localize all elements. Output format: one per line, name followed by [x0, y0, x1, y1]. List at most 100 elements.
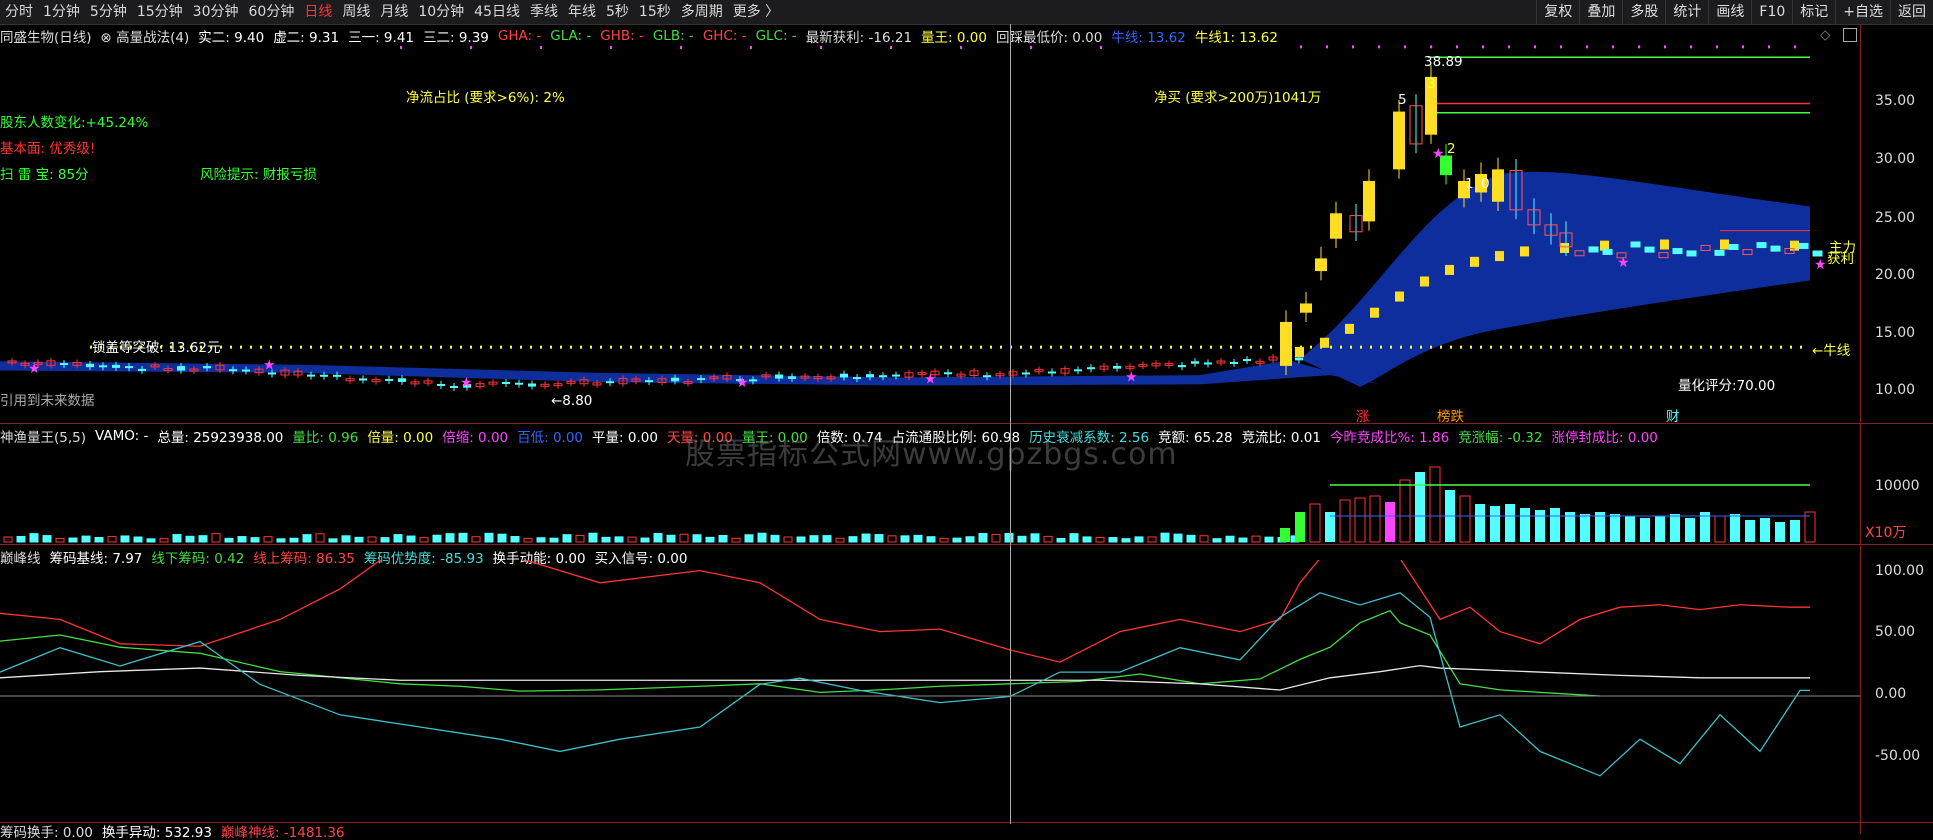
panel-divider[interactable] — [0, 423, 1933, 424]
tab-6[interactable]: 日线 — [299, 0, 337, 24]
volume-bar — [666, 534, 676, 543]
candle-down — [138, 368, 146, 371]
marker-dot — [1430, 45, 1432, 49]
volume-bar — [770, 534, 780, 543]
toolbar-button-5[interactable]: F10 — [1751, 0, 1792, 24]
volume-bar — [965, 536, 975, 543]
wave-0-label: 0 — [1481, 176, 1490, 192]
volume-bar — [1475, 504, 1485, 542]
volume-bar — [887, 535, 897, 543]
marker-dot — [1508, 45, 1510, 49]
tab-2[interactable]: 5分钟 — [85, 0, 132, 24]
volume-bar — [1415, 472, 1425, 542]
star-icon: ★ — [263, 358, 276, 374]
volume-bar — [484, 532, 494, 543]
volume-bar — [1535, 510, 1545, 542]
volume-bar — [211, 533, 221, 543]
volume-bar — [705, 536, 715, 543]
star-icon: ★ — [460, 375, 473, 391]
maximize-icon[interactable] — [1843, 28, 1857, 42]
volume-bar — [1108, 537, 1118, 543]
volume-bar — [1160, 532, 1170, 543]
candle-down — [697, 378, 705, 381]
trend-block — [1560, 242, 1569, 253]
candle-up — [1492, 169, 1504, 202]
price-axis-10: 10.00 — [1875, 382, 1916, 398]
volume-bar — [1459, 495, 1471, 543]
candle-down — [177, 366, 185, 371]
toolbar-button-6[interactable]: 标记 — [1792, 0, 1835, 24]
tab-3[interactable]: 15分钟 — [132, 0, 188, 24]
profit-label: 获利 — [1827, 251, 1854, 267]
volume-bar — [471, 536, 481, 543]
volume-bar — [679, 533, 689, 543]
indicator-value: 今昨竞成比%: 1.86 — [1329, 430, 1450, 445]
candle-small — [1798, 242, 1809, 249]
tab-0[interactable]: 分时 — [0, 0, 38, 24]
star-icon: ★ — [28, 361, 41, 377]
candle-down — [866, 374, 874, 378]
price-chart[interactable]: ★ ★ ★ ★ ★ ★ ★ ★ ★ — [0, 44, 1860, 414]
tab-8[interactable]: 月线 — [375, 0, 413, 24]
toolbar-button-7[interactable]: +自选 — [1835, 0, 1890, 24]
volume-bar — [198, 535, 208, 543]
toolbar-button-3[interactable]: 统计 — [1665, 0, 1708, 24]
quant-score-label: 量化评分:70.00 — [1678, 378, 1776, 394]
volume-bar — [822, 535, 832, 543]
volume-bar — [1173, 533, 1183, 543]
candle-down — [1230, 361, 1238, 364]
toolbar-button-4[interactable]: 画线 — [1708, 0, 1751, 24]
trend-block — [1520, 246, 1529, 257]
volume-bar — [1238, 537, 1248, 543]
tab-1[interactable]: 1分钟 — [38, 0, 85, 24]
chip-line-green — [0, 609, 1601, 697]
volume-bar — [1685, 518, 1695, 542]
candle-down — [385, 378, 393, 381]
tab-10[interactable]: 45日线 — [469, 0, 525, 24]
tab-7[interactable]: 周线 — [337, 0, 375, 24]
candle-small — [1686, 250, 1697, 257]
volume-bar — [315, 533, 325, 543]
trend-block — [1345, 323, 1354, 334]
volume-bar — [1030, 533, 1040, 543]
tab-13[interactable]: 5秒 — [601, 0, 634, 24]
tab-12[interactable]: 年线 — [563, 0, 601, 24]
volume-bar — [380, 537, 390, 543]
volume-bar — [328, 538, 338, 543]
tab-14[interactable]: 15秒 — [634, 0, 676, 24]
toolbar-button-0[interactable]: 复权 — [1536, 0, 1579, 24]
toolbar-button-8[interactable]: 返回 — [1890, 0, 1933, 24]
tab-15[interactable]: 多周期 — [676, 0, 728, 24]
tab-4[interactable]: 30分钟 — [188, 0, 244, 24]
tab-11[interactable]: 季线 — [525, 0, 563, 24]
price-axis-15: 15.00 — [1875, 325, 1916, 341]
volume-bar — [185, 535, 195, 543]
volume-bar — [718, 534, 728, 543]
tab-16[interactable]: 更多 〉 — [728, 0, 784, 24]
candle-down — [99, 365, 107, 368]
indicator-value: 总量: 25923938.00 — [157, 430, 284, 445]
tab-5[interactable]: 60分钟 — [244, 0, 300, 24]
candle-down — [1243, 359, 1251, 362]
wave-5-label: 5 — [1398, 92, 1407, 108]
marker-dot — [610, 46, 612, 49]
price-axis-30: 30.00 — [1875, 151, 1916, 167]
marker-dot — [1300, 45, 1302, 49]
indicator-value: 神渔量王(5,5) — [0, 430, 87, 445]
panel-divider[interactable] — [0, 544, 1933, 545]
marker-dot — [960, 46, 962, 49]
toolbar-button-1[interactable]: 叠加 — [1579, 0, 1622, 24]
volume-bar — [1385, 502, 1395, 542]
tab-9[interactable]: 10分钟 — [413, 0, 469, 24]
star-icon: ★ — [924, 372, 937, 388]
volume-bar — [276, 538, 286, 543]
toolbar-button-2[interactable]: 多股 — [1622, 0, 1665, 24]
volume-bar — [55, 537, 65, 543]
diamond-icon[interactable]: ◇ — [1820, 27, 1830, 43]
volume-bar — [94, 536, 104, 543]
volume-bar — [159, 538, 169, 543]
candle-down — [1113, 365, 1121, 369]
volume-bar — [224, 537, 234, 543]
chip-chart[interactable] — [0, 560, 1860, 820]
indicator-value: GLB: - — [652, 28, 694, 44]
